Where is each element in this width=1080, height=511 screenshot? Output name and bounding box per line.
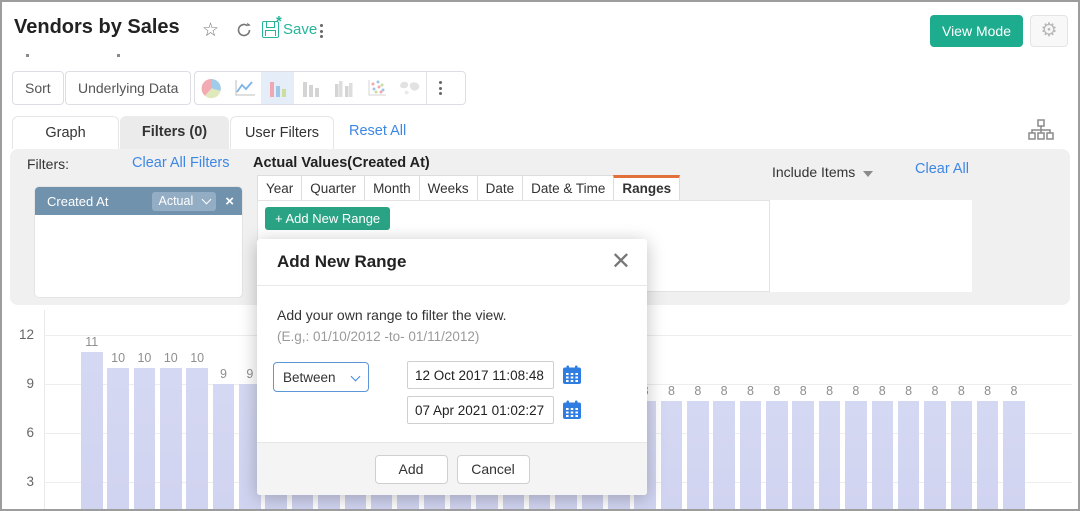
save-label: Save	[283, 21, 317, 38]
chart-types-more-icon[interactable]	[427, 72, 453, 104]
tab-graph[interactable]: Graph	[12, 116, 119, 149]
cancel-button[interactable]: Cancel	[457, 455, 530, 484]
filter-mode-dropdown[interactable]: Actual	[152, 192, 216, 211]
save-button[interactable]: Save	[262, 21, 317, 38]
splitter-dot	[117, 54, 120, 57]
bar[interactable]	[924, 401, 946, 511]
filter-column-list: Created At Actual ×	[35, 187, 242, 297]
dialog-footer: Add Cancel	[257, 442, 647, 495]
bar[interactable]	[1003, 401, 1025, 511]
dialog-header: Add New Range ✕	[257, 239, 647, 286]
bar[interactable]	[134, 368, 156, 511]
date-granularity-tabs: Year Quarter Month Weeks Date Date & Tim…	[257, 175, 680, 201]
calendar-icon[interactable]	[562, 400, 582, 420]
grouped-bar-chart-icon[interactable]	[327, 72, 360, 104]
tab-user-filters[interactable]: User Filters	[230, 116, 334, 149]
operator-select[interactable]: Between	[273, 362, 369, 392]
y-axis-line	[44, 310, 45, 511]
tab-date-time[interactable]: Date & Time	[522, 175, 614, 201]
to-date-input[interactable]: 07 Apr 2021 01:02:27	[407, 396, 554, 424]
remove-filter-icon[interactable]: ×	[225, 193, 234, 210]
bar[interactable]	[661, 401, 683, 511]
filter-chip-label: Created At	[47, 194, 108, 209]
add-new-range-dialog: Add New Range ✕ Add your own range to fi…	[257, 239, 647, 495]
from-date-input[interactable]: 12 Oct 2017 11:08:48	[407, 361, 554, 389]
operator-value: Between	[283, 370, 336, 385]
hierarchy-icon[interactable]	[1028, 119, 1054, 146]
map-chart-icon[interactable]	[393, 72, 426, 104]
tab-quarter[interactable]: Quarter	[301, 175, 365, 201]
tab-filters[interactable]: Filters (0)	[120, 116, 229, 149]
bar[interactable]	[160, 368, 182, 511]
unsaved-asterisk: *	[276, 13, 282, 30]
bar[interactable]	[872, 401, 894, 511]
filters-label: Filters:	[27, 156, 69, 172]
dialog-description: Add your own range to filter the view.	[277, 307, 507, 323]
y-axis-tick-label: 9	[6, 376, 34, 391]
settings-gear-icon[interactable]: ⚙	[1030, 15, 1068, 47]
calendar-icon[interactable]	[562, 365, 582, 385]
include-items-dropdown[interactable]: Include Items	[772, 164, 873, 180]
chart-type-toolbar	[194, 71, 466, 105]
splitter-dot	[26, 54, 29, 57]
bar[interactable]	[186, 368, 208, 511]
add-new-range-button[interactable]: + Add New Range	[265, 207, 390, 230]
tab-month[interactable]: Month	[364, 175, 420, 201]
bar[interactable]	[977, 401, 999, 511]
dialog-example: (E.g,: 01/10/2012 -to- 01/11/2012)	[277, 329, 479, 344]
clear-all-filters-link[interactable]: Clear All Filters	[132, 155, 230, 171]
sort-button[interactable]: Sort	[12, 71, 64, 105]
filter-chip-created-at[interactable]: Created At Actual ×	[35, 187, 242, 215]
bar[interactable]	[845, 401, 867, 511]
close-icon[interactable]: ✕	[611, 247, 631, 276]
more-options-icon[interactable]	[320, 24, 323, 38]
underlying-data-button[interactable]: Underlying Data	[65, 71, 191, 105]
included-items-list	[770, 200, 972, 292]
bar[interactable]	[792, 401, 814, 511]
include-items-label: Include Items	[772, 164, 855, 180]
bar[interactable]	[819, 401, 841, 511]
filter-mode-value: Actual	[158, 194, 193, 208]
app-window: 1110101010999999999888888888888888888888…	[0, 0, 1080, 511]
dialog-title: Add New Range	[277, 252, 406, 272]
y-axis-tick-label: 12	[6, 327, 34, 342]
tab-year[interactable]: Year	[257, 175, 302, 201]
pie-chart-icon[interactable]	[195, 72, 228, 104]
bar-value-label: 10	[182, 351, 212, 365]
page-title: Vendors by Sales	[14, 16, 180, 39]
chevron-down-icon	[351, 371, 361, 381]
reset-all-link[interactable]: Reset All	[349, 123, 406, 139]
actual-values-title: Actual Values(Created At)	[253, 155, 430, 171]
bar[interactable]	[766, 401, 788, 511]
bar-value-label: 11	[77, 335, 107, 349]
bar[interactable]	[713, 401, 735, 511]
bar[interactable]	[951, 401, 973, 511]
bar[interactable]	[107, 368, 129, 511]
favorite-star-icon[interactable]: ☆	[202, 19, 219, 42]
clear-all-link[interactable]: Clear All	[915, 161, 969, 177]
bar[interactable]	[81, 352, 103, 511]
bar-value-label: 8	[999, 384, 1029, 398]
bar[interactable]	[740, 401, 762, 511]
bar-chart-gray-icon[interactable]	[294, 72, 327, 104]
bar-chart-icon-selected[interactable]	[261, 72, 294, 104]
y-axis-tick-label: 3	[6, 474, 34, 489]
caret-down-icon	[863, 171, 873, 177]
line-chart-icon[interactable]	[228, 72, 261, 104]
tab-weeks[interactable]: Weeks	[419, 175, 478, 201]
refresh-icon[interactable]	[235, 21, 253, 44]
chevron-down-icon	[202, 195, 212, 205]
add-button[interactable]: Add	[375, 455, 448, 484]
bar[interactable]	[687, 401, 709, 511]
bar[interactable]	[898, 401, 920, 511]
tab-ranges[interactable]: Ranges	[613, 175, 680, 201]
bar[interactable]	[213, 384, 235, 511]
y-axis-tick-label: 6	[6, 425, 34, 440]
scatter-chart-icon[interactable]	[360, 72, 393, 104]
view-mode-button[interactable]: View Mode	[930, 15, 1023, 47]
tab-date[interactable]: Date	[477, 175, 524, 201]
